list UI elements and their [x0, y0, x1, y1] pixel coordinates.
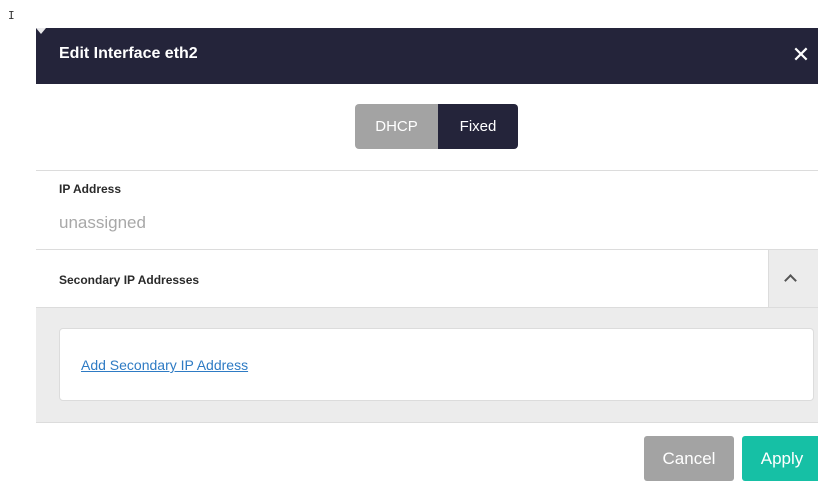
chevron-up-icon: [784, 274, 797, 287]
dialog-title: Edit Interface eth2: [59, 45, 198, 62]
secondary-ip-label: Secondary IP Addresses: [59, 273, 200, 287]
divider: [36, 170, 818, 171]
secondary-ip-panel: Add Secondary IP Address: [36, 308, 818, 422]
collapse-button[interactable]: [768, 250, 818, 307]
toggle-fixed[interactable]: Fixed: [438, 104, 518, 149]
secondary-ip-section-header[interactable]: Secondary IP Addresses: [36, 250, 818, 307]
ip-address-value: unassigned: [59, 213, 146, 232]
header-notch: [36, 28, 46, 34]
apply-button[interactable]: Apply: [742, 436, 818, 481]
divider: [36, 422, 818, 423]
toggle-dhcp[interactable]: DHCP: [355, 104, 438, 149]
add-secondary-ip-link[interactable]: Add Secondary IP Address: [81, 357, 248, 373]
ip-address-label: IP Address: [59, 182, 122, 196]
close-icon[interactable]: ✕: [790, 42, 812, 68]
text-cursor-icon: I: [8, 9, 15, 22]
secondary-ip-card: Add Secondary IP Address: [59, 328, 814, 401]
cancel-button[interactable]: Cancel: [644, 436, 734, 481]
mode-toggle: DHCP Fixed: [355, 104, 518, 149]
dialog-header: Edit Interface eth2 ✕: [36, 28, 818, 84]
edit-interface-dialog: Edit Interface eth2 ✕ DHCP Fixed IP Addr…: [36, 28, 818, 481]
